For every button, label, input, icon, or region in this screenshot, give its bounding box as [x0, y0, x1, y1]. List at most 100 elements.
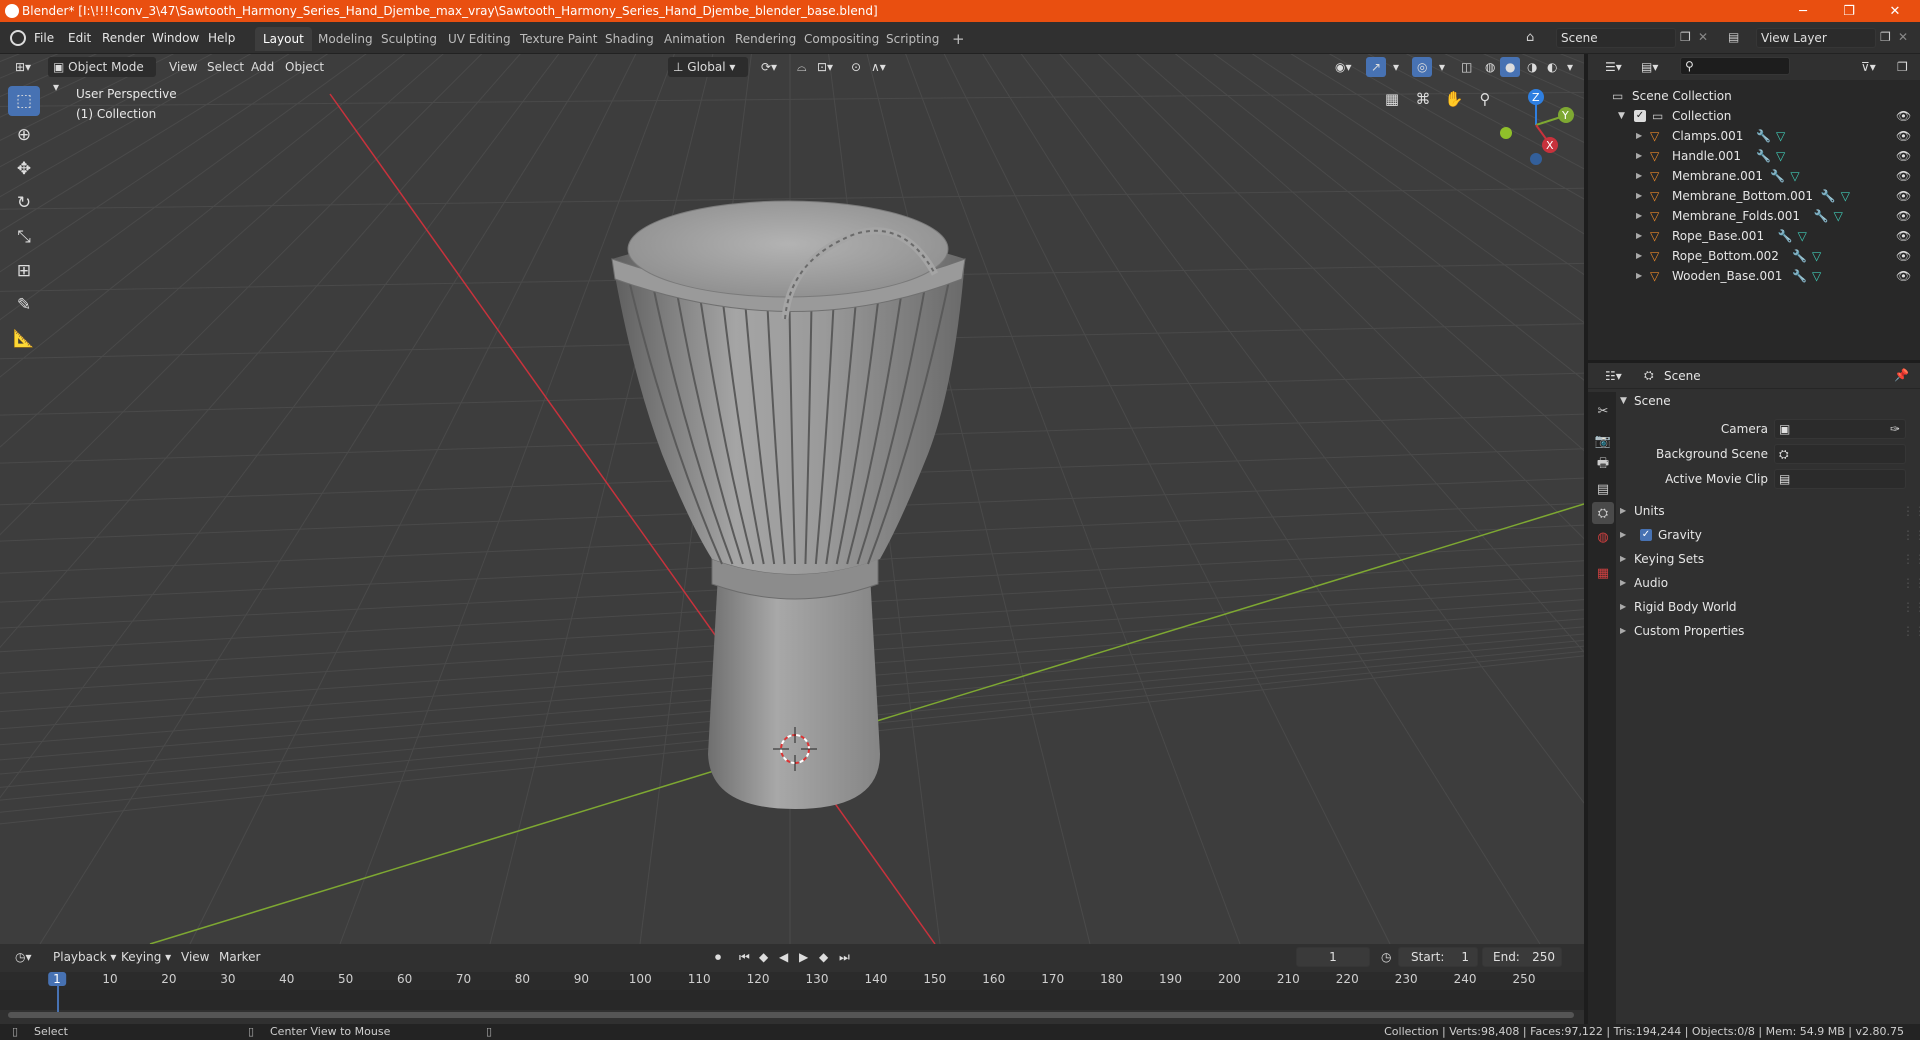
overlay-dropdown-icon[interactable]: ▾ [1434, 57, 1450, 77]
timeline-menu-view[interactable]: View [176, 947, 214, 967]
scene-collection-row[interactable]: ▭ Scene Collection [1588, 86, 1920, 106]
mesh-data-icon[interactable]: ▽ [1790, 166, 1799, 186]
outliner-item[interactable]: ▶ ▽ Clamps.001 🔧 ▽ 👁 [1588, 126, 1920, 146]
timeline-menu-keying[interactable]: Keying ▾ [116, 947, 176, 967]
view-layer-browse-icon[interactable]: ▤ [1728, 30, 1739, 44]
expand-arrow-icon[interactable]: ▶ [1636, 166, 1642, 186]
camera-view-icon[interactable]: ⌘ [1409, 85, 1437, 113]
drag-handle-icon[interactable]: ⋮⋮ [1902, 620, 1920, 642]
ortho-toggle-icon[interactable]: ▦ [1378, 85, 1406, 113]
tab-compositing[interactable]: Compositing [796, 27, 887, 51]
mesh-data-icon[interactable]: ▽ [1834, 206, 1843, 226]
visibility-eye-icon[interactable]: 👁 [1896, 206, 1911, 226]
expand-arrow-icon[interactable]: ▶ [1636, 206, 1642, 226]
pan-hand-icon[interactable]: ✋ [1440, 85, 1468, 113]
visibility-eye-icon[interactable]: 👁 [1896, 106, 1911, 126]
tab-rendering[interactable]: Rendering [727, 27, 804, 51]
proportional-edit-icon[interactable]: ⊙ [846, 57, 866, 77]
cursor-tool-icon[interactable]: ⊕ [8, 120, 40, 150]
tab-animation[interactable]: Animation [656, 27, 733, 51]
outliner-search-input[interactable]: ⚲ [1680, 57, 1790, 75]
snap-target-icon[interactable]: ⊡▾ [812, 57, 838, 77]
shading-solid-icon[interactable]: ● [1500, 57, 1521, 77]
background-scene-field[interactable]: ⛭ [1774, 444, 1906, 464]
properties-editor-type-icon[interactable]: ☷▾ [1600, 366, 1627, 386]
shading-rendered-icon[interactable]: ◐ [1542, 57, 1562, 77]
drag-handle-icon[interactable]: ⋮⋮ [1902, 524, 1920, 546]
outliner-item[interactable]: ▶ ▽ Wooden_Base.001 🔧 ▽ 👁 [1588, 266, 1920, 286]
expand-arrow-icon[interactable]: ▶ [1636, 146, 1642, 166]
transform-tool-icon[interactable]: ⊞ [8, 256, 40, 286]
viewport-menu-object[interactable]: Object [280, 57, 329, 77]
viewport-menu-add[interactable]: Add [246, 57, 279, 77]
display-mode-icon[interactable]: ▤▾ [1636, 57, 1663, 77]
modifier-wrench-icon[interactable]: 🔧 [1792, 246, 1807, 266]
active-movie-clip-field[interactable]: ▤ [1774, 469, 1906, 489]
new-view-layer-icon[interactable]: ❐ [1880, 30, 1891, 44]
outliner-item[interactable]: ▶ ▽ Membrane.001 🔧 ▽ 👁 [1588, 166, 1920, 186]
drag-handle-icon[interactable]: ⋮⋮ [1902, 548, 1920, 570]
viewport-menu-select[interactable]: Select [202, 57, 249, 77]
tool-tab-icon[interactable]: ✂ [1592, 400, 1614, 422]
menu-file[interactable]: File [30, 28, 58, 48]
timeline-scrollbar[interactable] [8, 1012, 1574, 1018]
expand-arrow-icon[interactable]: ▶ [1636, 126, 1642, 146]
jump-end-icon[interactable]: ⏭ [834, 947, 855, 967]
view-layer-field[interactable]: View Layer [1756, 28, 1876, 48]
property-section-header[interactable]: ▶ Audio ⋮⋮ [1618, 572, 1920, 594]
record-button-icon[interactable]: ⏺ [710, 947, 726, 967]
modifier-wrench-icon[interactable]: 🔧 [1778, 226, 1793, 246]
modifier-wrench-icon[interactable]: 🔧 [1756, 146, 1771, 166]
texture-tab-icon[interactable]: ▦ [1592, 562, 1614, 584]
world-tab-icon[interactable]: ◍ [1592, 526, 1614, 548]
timeline-menu-marker[interactable]: Marker [214, 947, 265, 967]
drag-handle-icon[interactable]: ⋮⋮ [1902, 572, 1920, 594]
gizmo-neg-z-handle[interactable] [1530, 153, 1542, 165]
eyedropper-icon[interactable]: ✑ [1890, 418, 1900, 440]
tab-uv-editing[interactable]: UV Editing [440, 27, 519, 51]
visibility-eye-icon[interactable]: 👁 [1896, 146, 1911, 166]
drag-handle-icon[interactable]: ⋮⋮ [1902, 500, 1920, 522]
rotate-tool-icon[interactable]: ↻ [8, 188, 40, 218]
pivot-point-icon[interactable]: ⟳▾ [756, 57, 782, 77]
3d-viewport[interactable]: Z Y X User Perspective (1) Collection ▦ … [0, 54, 1584, 944]
scene-tab-icon[interactable]: ⛭ [1592, 502, 1614, 524]
expand-arrow-icon[interactable]: ▶ [1636, 226, 1642, 246]
mesh-data-icon[interactable]: ▽ [1812, 266, 1821, 286]
snap-icon[interactable]: ⌓ [792, 57, 812, 77]
mode-dropdown[interactable]: ▣ Object Mode ▾ [48, 57, 156, 94]
falloff-icon[interactable]: ∧▾ [866, 57, 891, 77]
gizmo-toggle-icon[interactable]: ↗ [1366, 57, 1387, 77]
view-layer-tab-icon[interactable]: ▤ [1592, 478, 1614, 500]
shading-material-icon[interactable]: ◑ [1522, 57, 1542, 77]
visibility-eye-icon[interactable]: 👁 [1896, 266, 1911, 286]
shading-wireframe-icon[interactable]: ◍ [1480, 57, 1500, 77]
property-section-header[interactable]: ▶ ✓ Gravity ⋮⋮ [1618, 524, 1920, 546]
close-button[interactable]: ✕ [1872, 0, 1918, 22]
blender-menu-icon[interactable] [10, 30, 26, 46]
camera-field[interactable]: ▣ [1774, 419, 1906, 439]
scene-panel-header[interactable]: ▼ Scene [1618, 390, 1918, 412]
drag-handle-icon[interactable]: ⋮⋮ [1902, 596, 1920, 618]
timeline-track-area[interactable] [0, 990, 1584, 1010]
pin-icon[interactable]: 📌 [1894, 368, 1909, 382]
property-section-header[interactable]: ▶ Keying Sets ⋮⋮ [1618, 548, 1920, 570]
collection-checkbox[interactable]: ✓ [1634, 110, 1646, 122]
menu-render[interactable]: Render [98, 28, 149, 48]
tab-modeling[interactable]: Modeling [310, 27, 381, 51]
new-scene-icon[interactable]: ❐ [1680, 30, 1691, 44]
mesh-data-icon[interactable]: ▽ [1798, 226, 1807, 246]
scale-tool-icon[interactable]: ⤡ [8, 222, 40, 252]
move-tool-icon[interactable]: ✥ [8, 154, 40, 184]
zoom-icon[interactable]: ⚲ [1471, 85, 1499, 113]
collection-row[interactable]: ▼ ✓ ▭ Collection 👁 [1588, 106, 1920, 126]
outliner-item[interactable]: ▶ ▽ Rope_Base.001 🔧 ▽ 👁 [1588, 226, 1920, 246]
gizmo-neg-y-handle[interactable] [1500, 127, 1512, 139]
transform-orientation-dropdown[interactable]: ⊥ Global ▾ [668, 57, 748, 77]
property-section-header[interactable]: ▶ Custom Properties ⋮⋮ [1618, 620, 1920, 642]
next-keyframe-icon[interactable]: ◆ [814, 947, 833, 967]
visibility-filter-icon[interactable]: ◉▾ [1330, 57, 1357, 77]
outliner-item[interactable]: ▶ ▽ Rope_Bottom.002 🔧 ▽ 👁 [1588, 246, 1920, 266]
visibility-eye-icon[interactable]: 👁 [1896, 126, 1911, 146]
menu-help[interactable]: Help [204, 28, 239, 48]
